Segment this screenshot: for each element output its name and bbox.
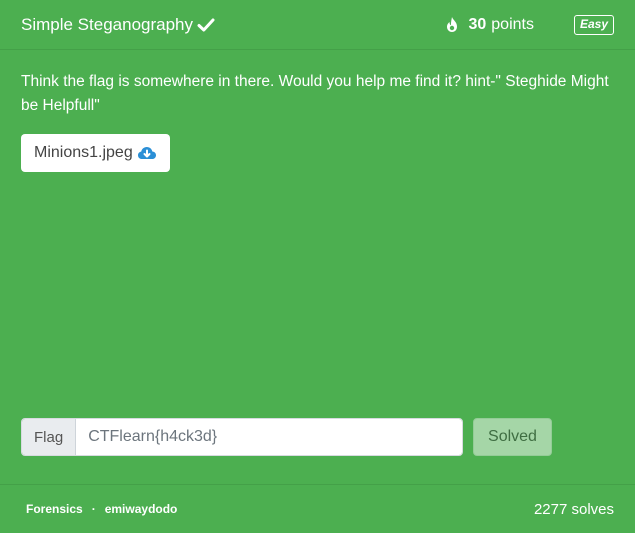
points-value: 30 bbox=[468, 15, 487, 33]
challenge-meta: Forensics · emiwaydodo bbox=[26, 502, 177, 516]
challenge-description: Think the flag is somewhere in there. Wo… bbox=[21, 73, 609, 114]
points-wrap: 30 points Easy bbox=[445, 14, 614, 35]
solves-count: 2277 solves bbox=[533, 500, 614, 518]
author-link[interactable]: emiwaydodo bbox=[105, 502, 178, 516]
flag-form: Flag Solved bbox=[21, 418, 552, 456]
card-footer: Forensics · emiwaydodo 2277 solves bbox=[0, 484, 635, 533]
challenge-title-wrap: Simple Steganography bbox=[21, 15, 215, 35]
points-label: points bbox=[491, 15, 534, 33]
meta-separator: · bbox=[91, 502, 96, 516]
flag-input[interactable] bbox=[76, 419, 462, 455]
file-download-button[interactable]: Minions1.jpeg bbox=[21, 134, 170, 172]
solved-button[interactable]: Solved bbox=[473, 418, 552, 456]
fire-icon bbox=[445, 16, 459, 33]
check-icon bbox=[197, 16, 215, 34]
card-body: Think the flag is somewhere in there. Wo… bbox=[21, 70, 614, 172]
file-name: Minions1.jpeg bbox=[34, 144, 133, 161]
flag-label: Flag bbox=[22, 419, 77, 455]
challenge-card: Simple Steganography 30 points Easy Thin… bbox=[0, 0, 635, 533]
cloud-download-icon bbox=[137, 145, 157, 161]
card-header: Simple Steganography 30 points Easy bbox=[0, 0, 635, 50]
challenge-title: Simple Steganography bbox=[21, 14, 194, 34]
category-link[interactable]: Forensics bbox=[26, 502, 83, 516]
difficulty-badge: Easy bbox=[573, 14, 614, 35]
flag-input-group: Flag bbox=[21, 418, 463, 456]
